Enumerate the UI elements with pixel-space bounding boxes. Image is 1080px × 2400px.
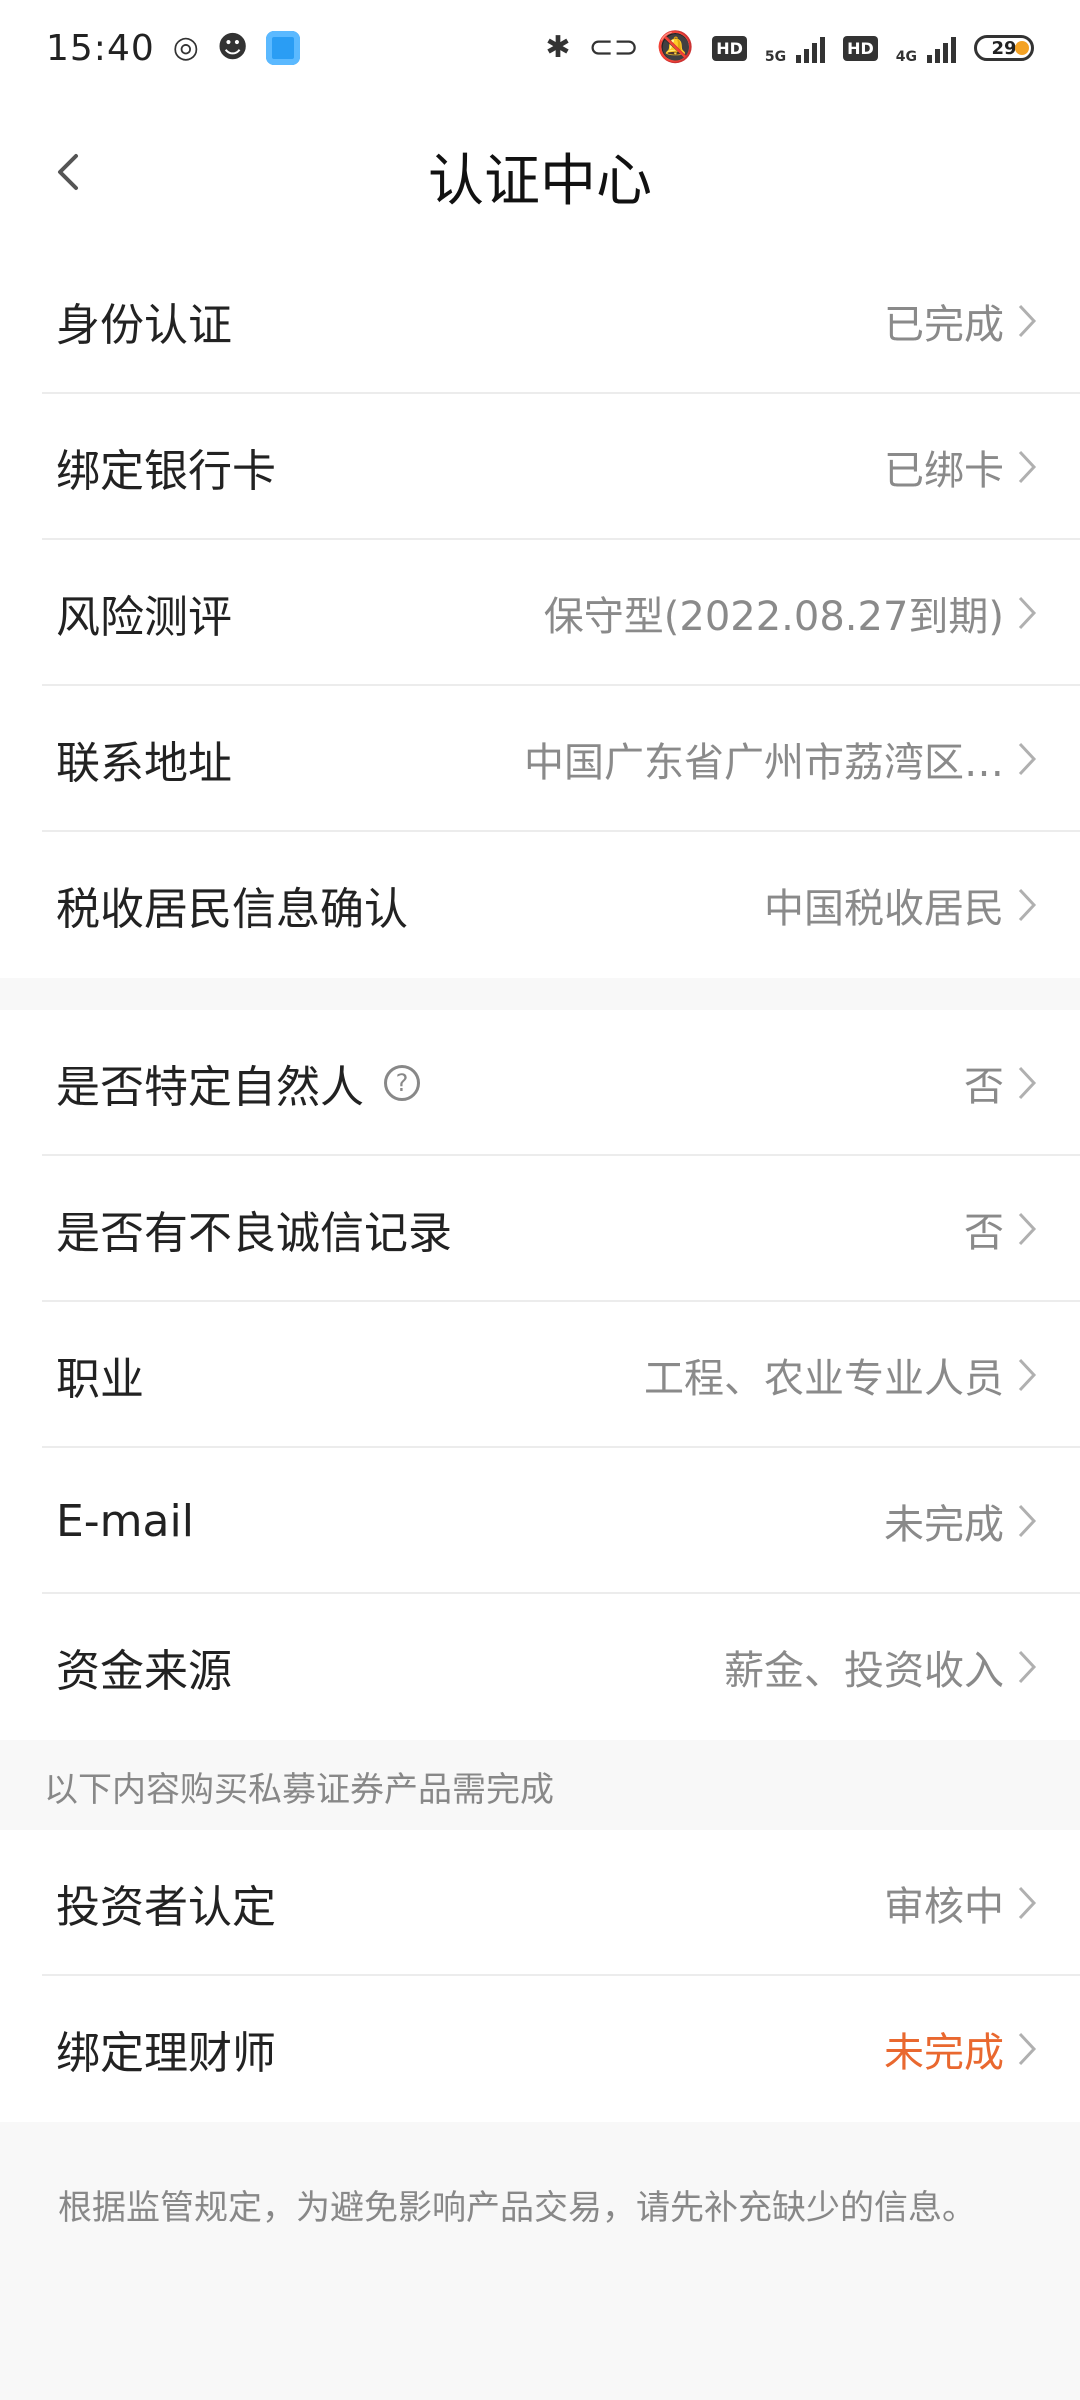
bluetooth-icon: ✱ xyxy=(545,30,571,65)
help-icon[interactable]: ? xyxy=(384,1065,420,1101)
row-label: 是否有不良诚信记录 xyxy=(56,1208,452,1259)
chevron-right-icon xyxy=(1014,1355,1040,1395)
row-label: 风险测评 xyxy=(56,592,232,643)
hd-badge-2: HD xyxy=(843,35,878,61)
row-value: 保守型(2022.08.27到期) xyxy=(543,594,1004,640)
row-bank-card[interactable]: 绑定银行卡 已绑卡 xyxy=(0,394,1080,540)
section-basic-info: 身份认证 已完成 绑定银行卡 已绑卡 风险测评 保守型(2022.08.27到期… xyxy=(0,248,1080,978)
status-right: ✱ ⊂⊃ 🔕 HD 5G HD 4G 29 xyxy=(545,31,1034,65)
status-left: 15:40 ◎ ☻ xyxy=(46,27,301,69)
row-label: E-mail xyxy=(56,1495,194,1547)
chevron-right-icon xyxy=(1014,447,1040,487)
row-value: 工程、农业专业人员 xyxy=(644,1356,1004,1402)
chat-icon: ☻ xyxy=(216,30,249,65)
row-label: 联系地址 xyxy=(56,738,232,789)
section-additional-info: 是否特定自然人 ? 否 是否有不良诚信记录 否 职业 工程、农业专业人员 E-m… xyxy=(0,1010,1080,1740)
row-occupation[interactable]: 职业 工程、农业专业人员 xyxy=(0,1302,1080,1448)
status-bar: 15:40 ◎ ☻ ✱ ⊂⊃ 🔕 HD 5G HD 4G 29 xyxy=(0,0,1080,96)
row-fund-source[interactable]: 资金来源 薪金、投资收入 xyxy=(0,1594,1080,1740)
chevron-right-icon xyxy=(1014,593,1040,633)
battery-icon: 29 xyxy=(974,35,1034,61)
chevron-right-icon xyxy=(1014,1063,1040,1103)
chevron-right-icon xyxy=(1014,1883,1040,1923)
row-value: 否 xyxy=(964,1064,1004,1110)
status-time: 15:40 xyxy=(46,27,155,69)
chevron-right-icon xyxy=(1014,301,1040,341)
row-credit-record[interactable]: 是否有不良诚信记录 否 xyxy=(0,1156,1080,1302)
row-label-text: 是否特定自然人 xyxy=(56,1062,364,1113)
row-label: 税收居民信息确认 xyxy=(56,884,408,935)
regulation-note: 根据监管规定，为避免影响产品交易，请先补充缺少的信息。 xyxy=(58,2188,976,2228)
battery-level: 29 xyxy=(991,37,1017,59)
row-label: 绑定理财师 xyxy=(56,2028,276,2079)
row-value: 未完成 xyxy=(884,1502,1004,1548)
row-risk-assessment[interactable]: 风险测评 保守型(2022.08.27到期) xyxy=(0,540,1080,686)
row-value: 中国广东省广州市荔湾区… xyxy=(524,740,1004,786)
chevron-right-icon xyxy=(1014,739,1040,779)
section-private-products: 投资者认定 审核中 绑定理财师 未完成 xyxy=(0,1830,1080,2122)
row-label: 身份认证 xyxy=(56,300,232,351)
app-notification-icon xyxy=(266,31,301,65)
row-investor-qualification[interactable]: 投资者认定 审核中 xyxy=(0,1830,1080,1976)
chevron-right-icon xyxy=(1014,2029,1040,2069)
hd-badge-1: HD xyxy=(712,35,747,61)
page-title: 认证中心 xyxy=(428,149,652,214)
chevron-right-icon xyxy=(1014,885,1040,925)
row-value: 审核中 xyxy=(884,1884,1004,1930)
row-value-incomplete: 未完成 xyxy=(884,2030,1004,2076)
row-value: 已完成 xyxy=(884,302,1004,348)
row-label: 绑定银行卡 xyxy=(56,446,276,497)
network-4g-label: 4G xyxy=(895,49,917,65)
weibo-icon: ◎ xyxy=(172,30,199,65)
signal-4g-icon xyxy=(927,33,956,63)
chevron-right-icon xyxy=(1014,1209,1040,1249)
chevron-right-icon xyxy=(1014,1647,1040,1687)
signal-5g-icon xyxy=(796,33,826,63)
chevron-right-icon xyxy=(1014,1501,1040,1541)
row-label: 资金来源 xyxy=(56,1646,232,1697)
header: 认证中心 xyxy=(0,96,1080,248)
row-value: 薪金、投资收入 xyxy=(724,1648,1004,1694)
row-email[interactable]: E-mail 未完成 xyxy=(0,1448,1080,1594)
row-identity[interactable]: 身份认证 已完成 xyxy=(0,248,1080,394)
private-product-note: 以下内容购买私募证券产品需完成 xyxy=(44,1770,554,1810)
row-value: 中国税收居民 xyxy=(764,886,1004,932)
row-tax-residency[interactable]: 税收居民信息确认 中国税收居民 xyxy=(0,832,1080,978)
toggle-icon: ⊂⊃ xyxy=(588,30,639,65)
row-label: 是否特定自然人 ? xyxy=(56,1051,420,1115)
row-label: 职业 xyxy=(56,1354,144,1405)
row-value: 否 xyxy=(964,1210,1004,1256)
row-specific-person[interactable]: 是否特定自然人 ? 否 xyxy=(0,1010,1080,1156)
row-label: 投资者认定 xyxy=(56,1882,276,1933)
row-contact-address[interactable]: 联系地址 中国广东省广州市荔湾区… xyxy=(0,686,1080,832)
network-5g-label: 5G xyxy=(764,49,787,65)
mute-bell-icon: 🔕 xyxy=(656,30,695,65)
row-value: 已绑卡 xyxy=(884,448,1004,494)
row-bind-advisor[interactable]: 绑定理财师 未完成 xyxy=(0,1976,1080,2122)
